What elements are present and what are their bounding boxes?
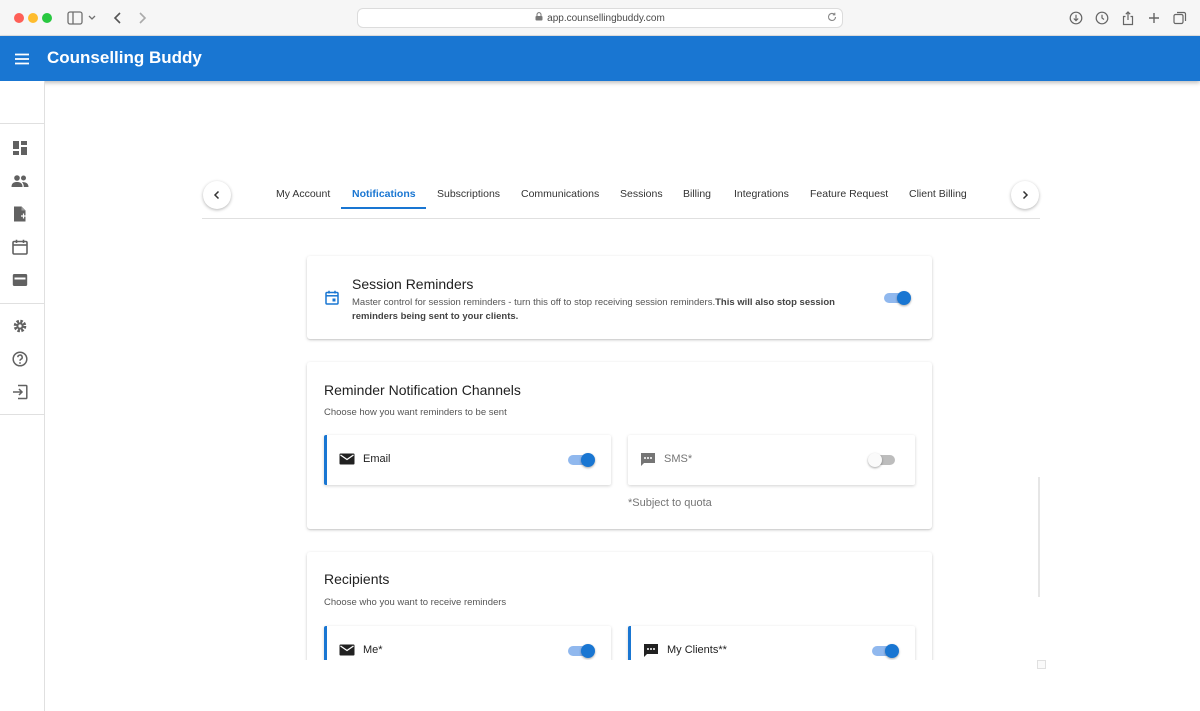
sms-toggle[interactable] — [868, 452, 897, 468]
tab-active-indicator — [341, 207, 426, 209]
gear-icon — [13, 319, 27, 333]
dashboard-icon — [13, 141, 27, 155]
url-text: app.counsellingbuddy.com — [547, 12, 665, 24]
email-icon — [339, 643, 355, 659]
page-scrollbar[interactable] — [1038, 477, 1040, 597]
sidebar-item-calendar[interactable] — [10, 237, 30, 257]
session-reminders-title: Session Reminders — [352, 276, 474, 292]
download-icon[interactable] — [1066, 8, 1086, 28]
sidebar-item-payments[interactable] — [10, 270, 30, 290]
session-reminders-toggle[interactable] — [884, 290, 912, 306]
sidebar — [0, 81, 45, 711]
calendar-icon — [12, 239, 28, 255]
content-bottom-mask — [46, 660, 1200, 711]
channels-title: Reminder Notification Channels — [324, 382, 521, 398]
people-icon — [11, 175, 29, 187]
resize-corner — [1037, 660, 1046, 669]
recipient-me-toggle[interactable] — [568, 643, 596, 659]
tab-notifications[interactable]: Notifications — [352, 178, 416, 209]
sidebar-divider — [0, 123, 44, 124]
share-icon[interactable] — [1118, 8, 1138, 28]
tabs-scroll-left-button[interactable] — [203, 181, 231, 209]
notification-channels-card: Reminder Notification Channels Choose ho… — [307, 362, 932, 529]
app-header: Counselling Buddy — [0, 36, 1200, 81]
quota-note: *Subject to quota — [628, 497, 712, 509]
sidebar-divider — [0, 414, 44, 415]
session-reminders-description: Master control for session reminders - t… — [352, 296, 872, 324]
sidebar-divider — [0, 303, 44, 304]
help-icon — [12, 351, 28, 367]
sidebar-item-settings[interactable] — [10, 316, 30, 336]
chevron-right-icon — [1022, 190, 1029, 200]
chevron-left-icon — [213, 190, 220, 200]
tab-my-account[interactable]: My Account — [276, 178, 330, 209]
tab-overview-icon[interactable] — [1170, 8, 1190, 28]
lock-icon — [535, 12, 543, 24]
email-channel-card[interactable]: Email — [324, 435, 611, 485]
document-icon — [14, 206, 26, 222]
channels-subtitle: Choose how you want reminders to be sent — [324, 407, 507, 418]
recipients-subtitle: Choose who you want to receive reminders — [324, 597, 507, 608]
sidebar-item-logout[interactable] — [10, 382, 30, 402]
email-label: Email — [363, 453, 391, 465]
tabs-scroll-right-button[interactable] — [1011, 181, 1039, 209]
forward-icon[interactable] — [132, 8, 152, 28]
settings-tabs: My Account Notifications Subscriptions C… — [202, 178, 1040, 219]
session-reminders-card: Session Reminders Master control for ses… — [307, 256, 932, 339]
tab-sessions[interactable]: Sessions — [620, 178, 663, 209]
sms-icon — [640, 452, 656, 468]
new-tab-icon[interactable] — [1144, 8, 1164, 28]
reload-icon[interactable] — [826, 11, 838, 26]
recipient-clients-toggle[interactable] — [872, 643, 900, 659]
email-toggle[interactable] — [568, 452, 596, 468]
sms-icon — [643, 643, 659, 659]
menu-icon[interactable] — [13, 50, 31, 68]
close-window-button[interactable] — [14, 13, 24, 23]
sms-label: SMS* — [664, 453, 693, 465]
recipient-clients-label: My Clients** — [667, 644, 727, 656]
sidebar-item-clients[interactable] — [10, 171, 30, 191]
back-icon[interactable] — [108, 8, 128, 28]
logout-icon — [13, 384, 28, 400]
wallet-icon — [12, 274, 28, 286]
history-icon[interactable] — [1092, 8, 1112, 28]
tab-integrations[interactable]: Integrations — [734, 178, 789, 209]
recipients-title: Recipients — [324, 571, 390, 587]
sidebar-toggle-icon[interactable] — [65, 8, 85, 28]
zoom-window-button[interactable] — [42, 13, 52, 23]
event-icon — [325, 290, 339, 310]
tab-billing[interactable]: Billing — [683, 178, 711, 209]
sidebar-item-notes[interactable] — [10, 204, 30, 224]
app-title: Counselling Buddy — [47, 48, 202, 67]
tab-client-billing[interactable]: Client Billing — [909, 178, 967, 209]
email-icon — [339, 452, 355, 468]
sidebar-item-help[interactable] — [10, 349, 30, 369]
description-text: Master control for session reminders - t… — [352, 297, 716, 308]
chevron-down-icon[interactable] — [85, 8, 99, 28]
minimize-window-button[interactable] — [28, 13, 38, 23]
tab-communications[interactable]: Communications — [521, 178, 599, 209]
tab-feature-request[interactable]: Feature Request — [810, 178, 888, 209]
browser-toolbar: app.counsellingbuddy.com — [0, 0, 1200, 36]
sms-channel-card[interactable]: SMS* — [628, 435, 915, 485]
tab-subscriptions[interactable]: Subscriptions — [437, 178, 500, 209]
recipient-me-label: Me* — [363, 644, 383, 656]
sidebar-item-dashboard[interactable] — [10, 138, 30, 158]
address-bar[interactable]: app.counsellingbuddy.com — [357, 8, 843, 28]
